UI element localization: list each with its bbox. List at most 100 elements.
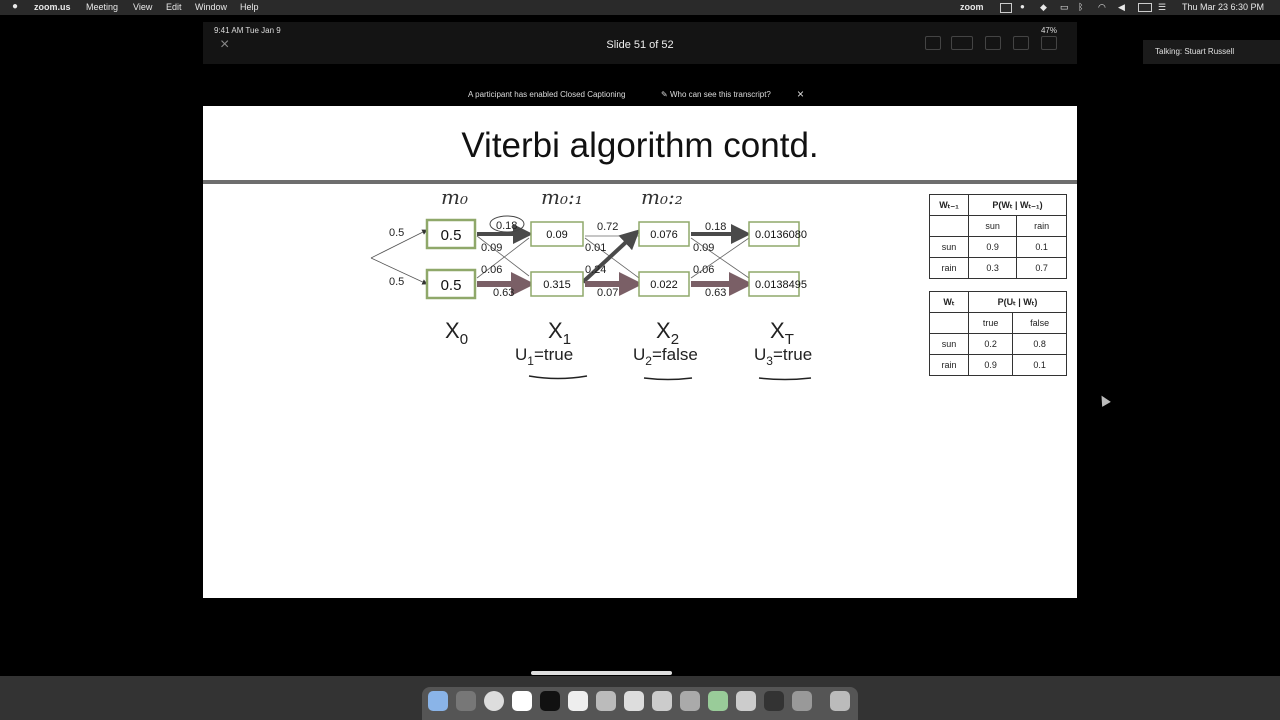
settings-icon[interactable]	[792, 691, 812, 711]
node-value: 0.0136080	[755, 229, 807, 241]
state-label-x0: X0	[445, 318, 468, 348]
menu-clock[interactable]: Thu Mar 23 6:30 PM	[1182, 2, 1264, 12]
edge-label: 0.24	[585, 264, 606, 276]
menu-meeting[interactable]: Meeting	[86, 2, 118, 12]
table-cell: 0.9	[967, 354, 1014, 376]
underline-annotation	[528, 375, 588, 380]
zoom-status-icon[interactable]: zoom	[960, 2, 984, 12]
menu-edit[interactable]: Edit	[166, 2, 182, 12]
underline-annotation	[758, 377, 812, 381]
table-row-label: sun	[929, 236, 969, 258]
dropbox-icon[interactable]: ◆	[1040, 2, 1047, 13]
table-cell: 0.3	[967, 257, 1018, 279]
node-value: 0.5	[441, 277, 462, 294]
record-icon[interactable]: ●	[1020, 2, 1025, 11]
menu-window[interactable]: Window	[195, 2, 227, 12]
state-label-xt: XT	[770, 318, 794, 348]
table-header: P(Wₜ | Wₜ₋₁)	[968, 194, 1067, 216]
table-col-header: false	[1012, 312, 1067, 334]
menu-app-name[interactable]: zoom.us	[34, 2, 71, 12]
table-row-label: rain	[929, 354, 969, 376]
active-speaker-label: Talking: Stuart Russell	[1143, 40, 1280, 64]
menu-help[interactable]: Help	[240, 2, 259, 12]
preview-icon[interactable]	[680, 691, 700, 711]
pen-tool-icon[interactable]	[951, 36, 973, 50]
control-center-icon[interactable]: ☰	[1158, 2, 1166, 13]
display-icon[interactable]: ▭	[1060, 2, 1069, 13]
edge-label: 0.09	[693, 242, 714, 254]
node-x0-sun: 0.5	[425, 218, 477, 250]
menu-view[interactable]: View	[133, 2, 152, 12]
layout-icon[interactable]	[1013, 36, 1029, 50]
messages-icon[interactable]	[596, 691, 616, 711]
edge-label: 0.63	[705, 287, 726, 299]
volume-icon[interactable]: ◀	[1118, 2, 1125, 13]
init-prob-bottom: 0.5	[389, 276, 404, 288]
evidence-u2: U2=false	[633, 345, 698, 368]
node-x2-sun: 0.076	[638, 221, 690, 247]
handwritten-label: m₀:₁	[541, 185, 583, 209]
table-header: P(Uₜ | Wₜ)	[968, 291, 1067, 313]
node-value: 0.022	[650, 279, 678, 291]
edge-label: 0.01	[585, 242, 606, 254]
node-value: 0.0138495	[755, 279, 807, 291]
finder-icon[interactable]	[428, 691, 448, 711]
edge-label: 0.09	[481, 242, 502, 254]
table-cell	[929, 312, 969, 334]
table-cell	[929, 215, 969, 237]
edge-label: 0.06	[481, 264, 502, 276]
apple-menu-icon[interactable]: ●	[12, 1, 18, 12]
table-col-header: true	[967, 312, 1014, 334]
screen-share-icon[interactable]	[1000, 3, 1012, 13]
node-value: 0.315	[543, 279, 571, 291]
trash-icon[interactable]	[830, 691, 850, 711]
app-icon[interactable]	[736, 691, 756, 711]
node-x0-rain: 0.5	[425, 268, 477, 300]
node-x2-rain: 0.022	[638, 271, 690, 297]
node-x1-rain: 0.315	[530, 271, 584, 297]
node-value: 0.5	[441, 227, 462, 244]
table-cell: 0.1	[1012, 354, 1067, 376]
ipad-battery: 47%	[1040, 26, 1057, 35]
state-label-x2: X2	[656, 318, 679, 348]
launchpad-icon[interactable]	[456, 691, 476, 711]
battery-icon[interactable]	[1138, 3, 1152, 12]
table-cell: 0.9	[967, 236, 1018, 258]
airplay-icon[interactable]	[925, 36, 941, 50]
zoom-icon[interactable]	[624, 691, 644, 711]
slack-icon[interactable]	[512, 691, 532, 711]
wifi-icon[interactable]: ◠	[1098, 2, 1106, 13]
edge-label: 0.18	[496, 220, 517, 232]
notes-icon[interactable]	[568, 691, 588, 711]
cc-transcript-link[interactable]: ✎ Who can see this transcript?	[661, 90, 771, 99]
cc-close-icon[interactable]: ×	[797, 87, 804, 101]
chrome-icon[interactable]	[484, 691, 504, 711]
table-cell: 0.1	[1016, 236, 1067, 258]
node-x1-sun: 0.09	[530, 221, 584, 247]
table-cell: 0.7	[1016, 257, 1067, 279]
table-cell: 0.8	[1012, 333, 1067, 355]
init-prob-top: 0.5	[389, 227, 404, 239]
table-row-label: rain	[929, 257, 969, 279]
table-cell: 0.2	[967, 333, 1014, 355]
pycharm-icon[interactable]	[764, 691, 784, 711]
presentation-slide: Viterbi algorithm contd. m₀ m₀:₁ m₀:₂ 0.…	[203, 106, 1077, 598]
cc-transcript-link-text[interactable]: Who can see this transcript?	[670, 90, 771, 99]
dock	[422, 687, 858, 720]
edge-label: 0.07	[597, 287, 618, 299]
cc-message: A participant has enabled Closed Caption…	[468, 90, 626, 99]
edge-label: 0.72	[597, 221, 618, 233]
bluetooth-icon[interactable]: ᛒ	[1078, 2, 1083, 12]
camera-icon[interactable]	[652, 691, 672, 711]
more-icon[interactable]	[1041, 36, 1057, 50]
table-row-label: sun	[929, 333, 969, 355]
pointer-tool-icon[interactable]	[985, 36, 1001, 50]
photos-icon[interactable]	[708, 691, 728, 711]
state-label-x1: X1	[548, 318, 571, 348]
ipad-time: 9:41 AM Tue Jan 9	[214, 26, 281, 35]
handwritten-label: m₀	[441, 185, 468, 209]
table-header: Wₜ₋₁	[929, 194, 969, 216]
table-col-header: rain	[1016, 215, 1067, 237]
terminal-icon[interactable]	[540, 691, 560, 711]
home-indicator[interactable]	[531, 671, 672, 675]
